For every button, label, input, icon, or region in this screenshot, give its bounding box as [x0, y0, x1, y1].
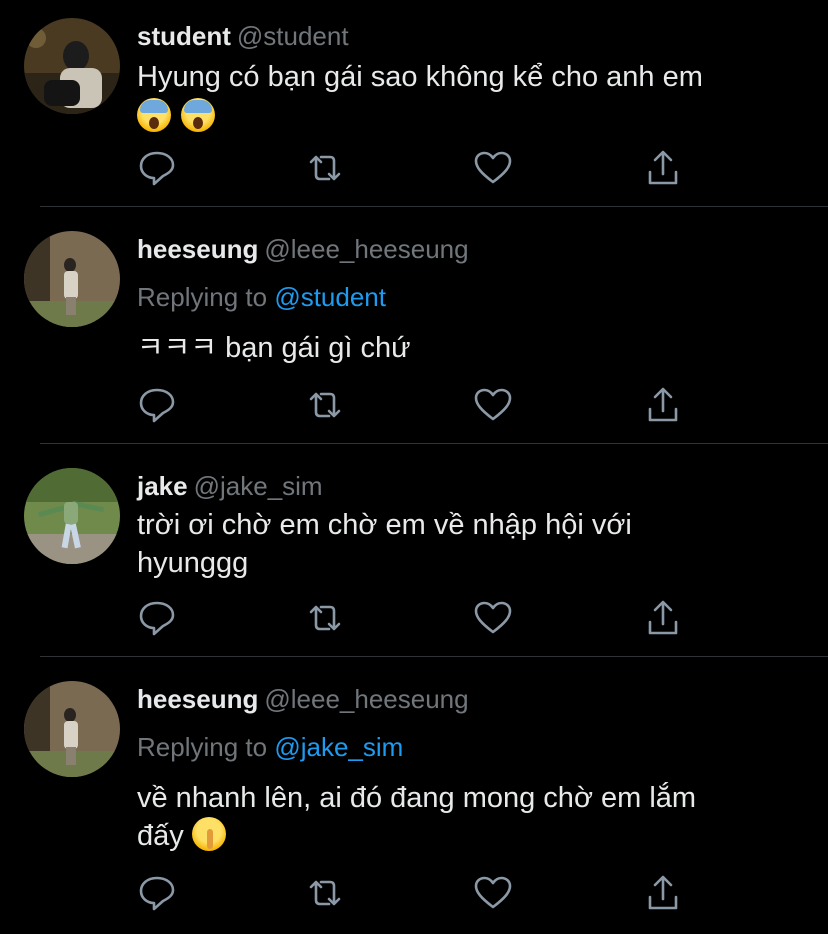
- like-icon[interactable]: [473, 598, 513, 638]
- tweet-text-line: đấy: [137, 820, 184, 852]
- tweet-text: trời ơi chờ em chờ em về nhập hội với hy…: [137, 506, 808, 582]
- avatar[interactable]: [24, 18, 120, 114]
- tweet-actions: [137, 148, 697, 188]
- display-name[interactable]: jake: [137, 471, 188, 501]
- share-icon[interactable]: [643, 385, 683, 425]
- face-screaming-in-fear-emoji-icon: [137, 98, 171, 132]
- tweet-actions: [137, 598, 697, 638]
- avatar[interactable]: [24, 231, 120, 327]
- like-icon[interactable]: [473, 148, 513, 188]
- mention-link[interactable]: @student: [274, 282, 386, 312]
- tweet-text-line: hyunggg: [137, 547, 249, 579]
- display-name[interactable]: student: [137, 21, 231, 51]
- face-screaming-in-fear-emoji-icon: [181, 98, 215, 132]
- retweet-icon[interactable]: [305, 873, 345, 913]
- tweet-text-line: Hyung có bạn gái sao không kể cho anh em: [137, 61, 703, 93]
- display-name[interactable]: heeseung: [137, 234, 258, 264]
- share-icon[interactable]: [643, 873, 683, 913]
- tweet-text: về nhanh lên, ai đó đang mong chờ em lắm…: [137, 779, 808, 855]
- share-icon[interactable]: [643, 598, 683, 638]
- emoji-row: [137, 98, 808, 136]
- tweet-header: student @student: [137, 20, 808, 52]
- tweet-text-line: trời ơi chờ em chờ em về nhập hội với: [137, 509, 632, 541]
- user-handle[interactable]: @student: [237, 21, 349, 51]
- replying-to-label: Replying to: [137, 732, 268, 762]
- tweet-header: heeseung @leee_heeseung: [137, 683, 808, 715]
- mention-link[interactable]: @jake_sim: [274, 732, 403, 762]
- avatar[interactable]: [24, 468, 120, 564]
- tweet-text: ㅋㅋㅋ bạn gái gì chứ: [137, 329, 808, 367]
- replying-to: Replying to @jake_sim: [137, 731, 808, 763]
- reply-icon[interactable]: [137, 598, 177, 638]
- tweet-text: Hyung có bạn gái sao không kể cho anh em: [137, 58, 808, 96]
- replying-to: Replying to @student: [137, 281, 808, 313]
- tweet-actions: [137, 873, 697, 913]
- divider: [40, 656, 828, 657]
- tweet-text-line: về nhanh lên, ai đó đang mong chờ em lắm: [137, 782, 697, 814]
- user-handle[interactable]: @leee_heeseung: [264, 234, 468, 264]
- avatar[interactable]: [24, 681, 120, 777]
- retweet-icon[interactable]: [305, 148, 345, 188]
- replying-to-label: Replying to: [137, 282, 268, 312]
- tweet-text-line-2: đấy: [137, 817, 808, 855]
- share-icon[interactable]: [643, 148, 683, 188]
- tweet-text-line: ㅋㅋㅋ bạn gái gì chứ: [137, 332, 411, 364]
- shushing-face-emoji-icon: [191, 817, 226, 851]
- user-handle[interactable]: @leee_heeseung: [264, 684, 468, 714]
- like-icon[interactable]: [473, 385, 513, 425]
- retweet-icon[interactable]: [305, 598, 345, 638]
- divider: [40, 443, 828, 444]
- reply-icon[interactable]: [137, 873, 177, 913]
- tweet-actions: [137, 385, 697, 425]
- user-handle[interactable]: @jake_sim: [194, 471, 323, 501]
- reply-icon[interactable]: [137, 385, 177, 425]
- tweet-header: heeseung @leee_heeseung: [137, 233, 808, 265]
- display-name[interactable]: heeseung: [137, 684, 258, 714]
- divider: [40, 206, 828, 207]
- tweet-header: jake @jake_sim: [137, 470, 808, 502]
- reply-icon[interactable]: [137, 148, 177, 188]
- like-icon[interactable]: [473, 873, 513, 913]
- retweet-icon[interactable]: [305, 385, 345, 425]
